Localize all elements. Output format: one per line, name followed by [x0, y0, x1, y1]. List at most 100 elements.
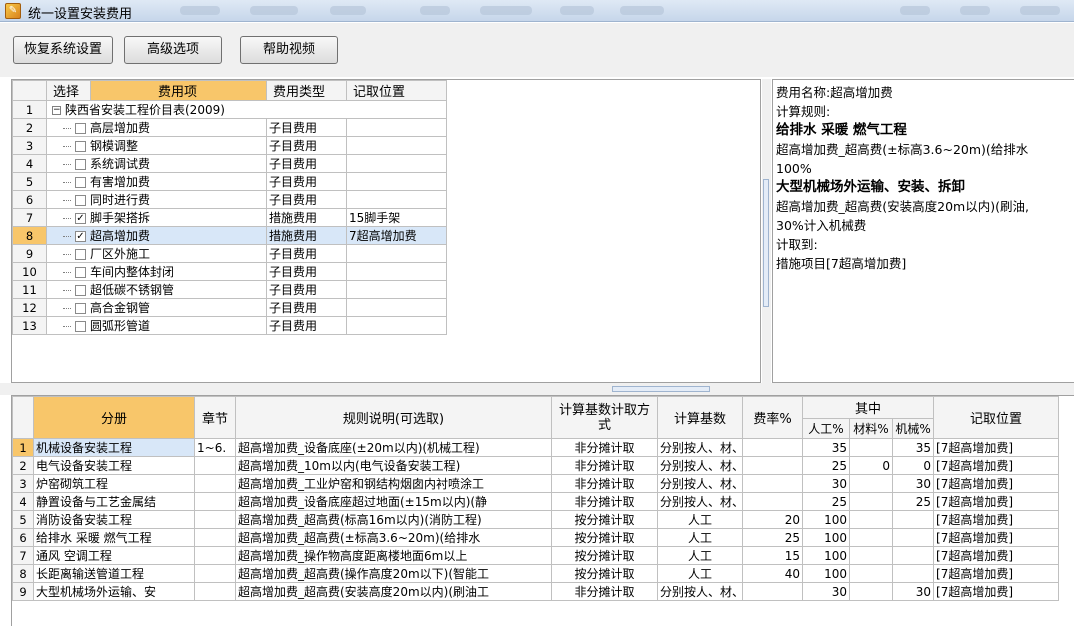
- tree-item-cell[interactable]: 钢模调整: [46, 136, 267, 155]
- machine-cell[interactable]: [891, 510, 935, 529]
- fee-item-column-header[interactable]: 费用项: [90, 80, 267, 101]
- material-cell[interactable]: [849, 564, 893, 583]
- select-checkbox[interactable]: [75, 267, 86, 278]
- select-checkbox[interactable]: ✓: [75, 213, 86, 224]
- splitter-grip[interactable]: [612, 386, 710, 392]
- tree-root-cell[interactable]: − 陕西省安装工程价目表(2009): [46, 100, 447, 119]
- fee-type-cell[interactable]: 子目费用: [266, 316, 347, 335]
- labor-cell[interactable]: 100: [802, 510, 850, 529]
- base-cell[interactable]: 分别按人、材、机取: [657, 582, 743, 601]
- tree-item-cell[interactable]: 高合金钢管: [46, 298, 267, 317]
- position-cell[interactable]: [7超高增加费]: [933, 546, 1060, 565]
- position-cell[interactable]: [7超高增加费]: [933, 474, 1060, 493]
- position-column-header[interactable]: 记取位置: [346, 80, 447, 101]
- tree-row[interactable]: 12 高合金钢管 子目费用: [12, 298, 447, 317]
- chapter-column-header[interactable]: 章节: [194, 396, 236, 439]
- grid-row[interactable]: 6 给排水 采暖 燃气工程 超高增加费_超高费(±标高3.6~20m)(给排水 按分摊…: [12, 528, 1060, 547]
- rule-cell[interactable]: 超高增加费_超高费(±标高3.6~20m)(给排水: [235, 528, 552, 547]
- machine-cell[interactable]: [891, 564, 935, 583]
- chapter-cell[interactable]: [194, 456, 236, 475]
- rule-cell[interactable]: 超高增加费_超高费(标高16m以内)(消防工程): [235, 510, 552, 529]
- select-column-header[interactable]: 选择: [46, 80, 91, 101]
- labor-cell[interactable]: 25: [802, 456, 850, 475]
- position-cell[interactable]: [346, 190, 447, 209]
- material-cell[interactable]: [849, 492, 893, 511]
- labor-cell[interactable]: 25: [802, 492, 850, 511]
- base-column-header[interactable]: 计算基数: [657, 396, 743, 439]
- material-column-header[interactable]: 材料%: [849, 418, 893, 439]
- advanced-options-button[interactable]: 高级选项: [124, 36, 222, 64]
- division-cell[interactable]: 电气设备安装工程: [33, 456, 195, 475]
- machine-cell[interactable]: [891, 546, 935, 565]
- chapter-cell[interactable]: [194, 510, 236, 529]
- position-cell[interactable]: [7超高增加费]: [933, 492, 1060, 511]
- tree-item-cell[interactable]: 高层增加费: [46, 118, 267, 137]
- select-checkbox[interactable]: [75, 159, 86, 170]
- fee-type-cell[interactable]: 措施费用: [266, 208, 347, 227]
- restore-defaults-button[interactable]: 恢复系统设置: [13, 36, 113, 64]
- tree-row[interactable]: 13 圆弧形管道 子目费用: [12, 316, 447, 335]
- method-cell[interactable]: 非分摊计取: [551, 474, 658, 493]
- position-cell[interactable]: [7超高增加费]: [933, 582, 1060, 601]
- division-cell[interactable]: 机械设备安装工程: [33, 438, 195, 457]
- rule-cell[interactable]: 超高增加费_10m以内(电气设备安装工程): [235, 456, 552, 475]
- machine-cell[interactable]: 0: [891, 456, 935, 475]
- select-checkbox[interactable]: [75, 195, 86, 206]
- position-cell[interactable]: [346, 280, 447, 299]
- position-cell[interactable]: [7超高增加费]: [933, 564, 1060, 583]
- fee-type-cell[interactable]: 子目费用: [266, 172, 347, 191]
- method-cell[interactable]: 非分摊计取: [551, 456, 658, 475]
- fee-type-cell[interactable]: 子目费用: [266, 190, 347, 209]
- rate-cell[interactable]: 20: [742, 510, 803, 529]
- material-cell[interactable]: [849, 438, 893, 457]
- tree-item-cell[interactable]: 厂区外施工: [46, 244, 267, 263]
- method-cell[interactable]: 按分摊计取: [551, 510, 658, 529]
- select-checkbox[interactable]: ✓: [75, 231, 86, 242]
- grid-row[interactable]: 7 通风 空调工程 超高增加费_操作物高度距离楼地面6m以上 按分摊计取 人工 15 100…: [12, 546, 1060, 565]
- rate-cell[interactable]: 40: [742, 564, 803, 583]
- chapter-cell[interactable]: [194, 492, 236, 511]
- select-checkbox[interactable]: [75, 285, 86, 296]
- rule-column-header[interactable]: 规则说明(可选取): [235, 396, 552, 439]
- rate-column-header[interactable]: 费率%: [742, 396, 803, 439]
- rate-cell[interactable]: [742, 582, 803, 601]
- material-cell[interactable]: [849, 582, 893, 601]
- select-checkbox[interactable]: [75, 303, 86, 314]
- fee-type-cell[interactable]: 子目费用: [266, 280, 347, 299]
- position-cell[interactable]: [346, 298, 447, 317]
- material-cell[interactable]: 0: [849, 456, 893, 475]
- position-cell[interactable]: [7超高增加费]: [933, 438, 1060, 457]
- labor-cell[interactable]: 100: [802, 546, 850, 565]
- rule-cell[interactable]: 超高增加费_超高费(操作高度20m以下)(智能工: [235, 564, 552, 583]
- division-cell[interactable]: 给排水 采暖 燃气工程: [33, 528, 195, 547]
- position-cell[interactable]: [7超高增加费]: [933, 528, 1060, 547]
- tree-item-cell[interactable]: 系统调试费: [46, 154, 267, 173]
- base-cell[interactable]: 人工: [657, 564, 743, 583]
- fee-type-cell[interactable]: 子目费用: [266, 298, 347, 317]
- rule-cell[interactable]: 超高增加费_操作物高度距离楼地面6m以上: [235, 546, 552, 565]
- fee-type-cell[interactable]: 子目费用: [266, 118, 347, 137]
- grid-row[interactable]: 3炉窑砌筑工程 超高增加费_工业炉窑和钢结构烟囱内衬喷涂工非分摊计取分别按人、材、…: [12, 474, 1060, 493]
- labor-cell[interactable]: 35: [802, 438, 850, 457]
- select-checkbox[interactable]: [75, 177, 86, 188]
- chapter-cell[interactable]: [194, 564, 236, 583]
- tree-row[interactable]: 9 厂区外施工 子目费用: [12, 244, 447, 263]
- material-cell[interactable]: [849, 528, 893, 547]
- rate-cell[interactable]: [742, 456, 803, 475]
- position-cell[interactable]: [346, 262, 447, 281]
- select-checkbox[interactable]: [75, 141, 86, 152]
- position-cell[interactable]: [7超高增加费]: [933, 510, 1060, 529]
- base-cell[interactable]: 人工: [657, 546, 743, 565]
- rate-cell[interactable]: [742, 492, 803, 511]
- tree-root-row[interactable]: 1 − 陕西省安装工程价目表(2009): [12, 100, 447, 119]
- tree-row[interactable]: 7 ✓ 脚手架搭拆 措施费用 15脚手架: [12, 208, 447, 227]
- machine-cell[interactable]: 25: [891, 492, 935, 511]
- tree-row[interactable]: 6 同时进行费 子目费用: [12, 190, 447, 209]
- division-cell[interactable]: 大型机械场外运输、安: [33, 582, 195, 601]
- division-cell[interactable]: 炉窑砌筑工程: [33, 474, 195, 493]
- fee-type-cell[interactable]: 子目费用: [266, 262, 347, 281]
- rate-cell[interactable]: [742, 474, 803, 493]
- chapter-cell[interactable]: [194, 474, 236, 493]
- splitter-grip[interactable]: [763, 179, 769, 307]
- position-cell[interactable]: [346, 154, 447, 173]
